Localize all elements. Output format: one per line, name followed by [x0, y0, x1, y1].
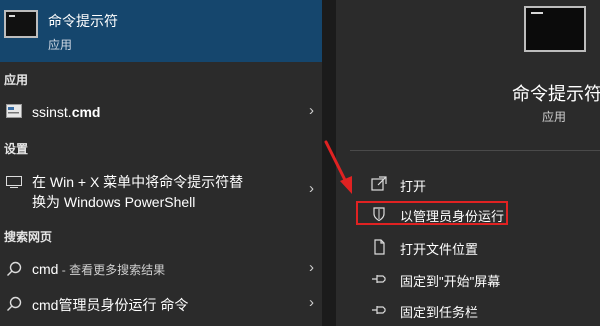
- section-web-heading: 搜索网页: [4, 230, 53, 244]
- best-match-subtitle: 应用: [48, 38, 73, 52]
- action-pin-to-taskbar[interactable]: 固定到任务栏: [365, 300, 565, 322]
- red-arrow-annotation: [324, 140, 352, 194]
- best-match-item[interactable]: 命令提示符 应用: [0, 0, 322, 62]
- action-pin-to-start[interactable]: 固定到"开始"屏幕: [365, 269, 565, 291]
- details-title: 命令提示符: [512, 84, 600, 104]
- settings-result-line2: 换为 Windows PowerShell: [32, 194, 196, 210]
- chevron-right-icon[interactable]: ›: [309, 294, 314, 311]
- command-prompt-icon: [4, 10, 38, 38]
- pin-icon: [372, 275, 386, 283]
- app-result-ssinst[interactable]: ssinst.cmd ›: [0, 96, 322, 128]
- web-result-item[interactable]: cmd - 查看更多搜索结果 ›: [0, 254, 322, 284]
- app-result-label: ssinst.cmd: [32, 104, 101, 120]
- chevron-right-icon[interactable]: ›: [309, 102, 314, 119]
- action-open-file-location-label: 打开文件位置: [400, 242, 479, 257]
- details-subtitle: 应用: [542, 110, 567, 124]
- settings-display-icon: [6, 176, 22, 188]
- web-result-label: cmd管理员身份运行 命令: [32, 297, 189, 313]
- action-open[interactable]: 打开: [365, 174, 565, 196]
- command-prompt-large-icon: [524, 6, 586, 52]
- settings-result-line1: 在 Win + X 菜单中将命令提示符替: [32, 174, 244, 190]
- open-icon: [371, 176, 387, 191]
- web-result-label: cmd - 查看更多搜索结果: [32, 261, 166, 277]
- app-file-icon: [6, 104, 22, 118]
- highlight-box: [356, 201, 508, 225]
- action-pin-to-start-label: 固定到"开始"屏幕: [400, 274, 501, 289]
- action-pin-to-taskbar-label: 固定到任务栏: [400, 305, 479, 320]
- section-settings-heading: 设置: [4, 142, 29, 156]
- action-open-file-location[interactable]: 打开文件位置: [365, 237, 565, 259]
- search-icon: [7, 261, 22, 276]
- section-apps-heading: 应用: [4, 73, 29, 87]
- best-match-title: 命令提示符: [48, 13, 118, 29]
- details-separator: [350, 150, 600, 151]
- search-icon: [7, 296, 22, 311]
- pin-icon: [372, 306, 386, 314]
- web-result-item[interactable]: cmd管理员身份运行 命令 ›: [0, 290, 322, 320]
- settings-result-item[interactable]: 在 Win + X 菜单中将命令提示符替 换为 Windows PowerShe…: [0, 166, 322, 214]
- action-open-label: 打开: [400, 179, 427, 194]
- chevron-right-icon[interactable]: ›: [309, 259, 314, 276]
- file-location-icon: [374, 239, 385, 255]
- chevron-right-icon[interactable]: ›: [309, 180, 314, 197]
